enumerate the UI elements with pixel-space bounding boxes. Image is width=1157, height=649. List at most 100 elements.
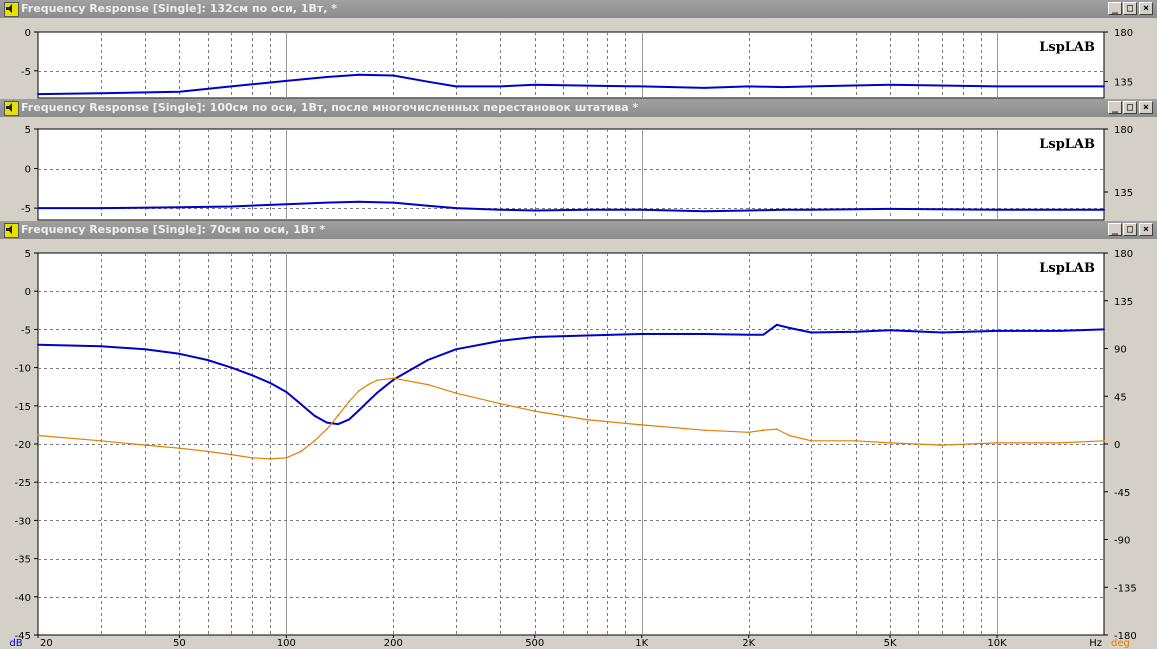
magnitude-data-point (747, 85, 750, 88)
close-button[interactable]: × (1139, 101, 1153, 114)
phase-data-point (348, 400, 350, 403)
magnitude-data-point (703, 87, 706, 89)
magnitude-data-point (37, 207, 39, 209)
phase-data-point (37, 434, 39, 437)
magnitude-data-point (178, 206, 181, 209)
frequency-response-chart: 50-5-10-15-20-25-30-35-40-4518013590450-… (9, 249, 1136, 649)
magnitude-data-point (99, 345, 102, 348)
phase-data-point (747, 431, 750, 434)
phase-data-point (1058, 442, 1061, 444)
phase-data-point (455, 392, 457, 394)
phase-data-point (376, 379, 378, 382)
magnitude-data-point (585, 84, 588, 87)
window-title-bar[interactable]: Frequency Response [Single]: 132см по ос… (0, 0, 1157, 18)
magnitude-data-point (99, 207, 102, 209)
close-button[interactable]: × (1139, 223, 1153, 236)
x-tick-label: 50 (173, 638, 186, 649)
y-tick-label: -30 (15, 516, 31, 527)
magnitude-data-point (392, 378, 395, 381)
speaker-icon (4, 223, 19, 238)
phase-data-point (99, 439, 102, 442)
frequency-response-chart: 0 -5 180 135 LspLAB (21, 28, 1133, 99)
x-tick-label: 20 (40, 638, 53, 649)
lsplab-logo: LspLAB (1039, 40, 1095, 55)
y-tick-label: -25 (15, 478, 31, 489)
magnitude-data-point (782, 208, 784, 211)
magnitude-data-point (640, 333, 643, 335)
magnitude-data-point (358, 200, 360, 203)
magnitude-data-point (367, 400, 370, 403)
magnitude-data-point (455, 85, 457, 88)
maximize-button[interactable]: □ (1123, 223, 1137, 236)
minimize-button[interactable]: _ (1108, 101, 1122, 114)
magnitude-data-point (1103, 208, 1105, 211)
y2-tick-label: 135 (1114, 78, 1133, 89)
phase-data-point (1103, 439, 1105, 442)
magnitude-data-point (455, 207, 457, 209)
magnitude-data-point (337, 423, 340, 425)
magnitude-data-point (426, 80, 429, 83)
magnitude-data-point (996, 330, 998, 332)
y2-tick-label: 180 (1114, 125, 1133, 136)
phase-data-point (996, 442, 998, 444)
magnitude-data-point (269, 382, 271, 384)
magnitude-data-point (499, 85, 502, 88)
magnitude-data-point (348, 418, 350, 421)
y-tick-label: -5 (21, 204, 31, 215)
phase-data-point (269, 458, 271, 460)
magnitude-data-point (747, 333, 750, 336)
phase-data-point (178, 447, 181, 450)
magnitude-data-point (392, 74, 395, 77)
y2-tick-label: 180 (1114, 28, 1133, 39)
window-title-bar[interactable]: Frequency Response [Single]: 70см по оси… (0, 221, 1157, 239)
phase-data-point (230, 453, 233, 456)
magnitude-data-point (300, 403, 302, 406)
y-tick-label: -10 (15, 364, 31, 375)
magnitude-data-point (996, 208, 998, 211)
magnitude-data-point (788, 327, 791, 329)
maximize-button[interactable]: □ (1123, 2, 1137, 15)
magnitude-data-point (889, 83, 891, 86)
y-tick-label: 0 (25, 287, 31, 298)
magnitude-data-point (206, 359, 209, 361)
close-button[interactable]: × (1139, 2, 1153, 15)
magnitude-data-point (358, 409, 360, 412)
phase-data-point (941, 444, 943, 446)
frequency-response-chart: 5 0 -5 180 135 LspLAB (21, 125, 1133, 221)
magnitude-data-point (996, 85, 998, 88)
magnitude-data-point (230, 366, 233, 369)
magnitude-data-point (854, 330, 857, 333)
y-tick-label: -5 (21, 67, 31, 78)
y2-tick-label: 135 (1114, 188, 1133, 199)
magnitude-data-point (37, 93, 39, 95)
magnitude-data-point (230, 85, 233, 88)
window-132cm: Frequency Response [Single]: 132см по ос… (0, 0, 1157, 99)
phase-data-point (775, 428, 778, 430)
magnitude-data-point (392, 201, 395, 204)
phase-data-point (499, 402, 502, 405)
phase-data-point (326, 428, 328, 430)
y2-tick-label: 90 (1114, 345, 1127, 356)
plot-area (37, 31, 1105, 99)
phase-data-point (300, 450, 302, 453)
maximize-button[interactable]: □ (1123, 101, 1137, 114)
window-title-bar[interactable]: Frequency Response [Single]: 100см по ос… (0, 99, 1157, 117)
magnitude-data-point (285, 80, 288, 82)
magnitude-data-point (585, 208, 588, 211)
phase-data-point (426, 383, 429, 386)
window-title: Frequency Response [Single]: 70см по оси… (21, 223, 326, 236)
minimize-button[interactable]: _ (1108, 2, 1122, 15)
minimize-button[interactable]: _ (1108, 223, 1122, 236)
y2-tick-label: -45 (1114, 488, 1130, 499)
x-tick-label: 200 (384, 638, 403, 649)
window-100cm: Frequency Response [Single]: 100см по ос… (0, 99, 1157, 221)
magnitude-data-point (499, 340, 502, 342)
y2-tick-label: 0 (1114, 440, 1120, 451)
lsplab-logo: LspLAB (1039, 261, 1095, 276)
magnitude-data-point (640, 85, 643, 88)
deg-unit-label: deg (1111, 638, 1130, 649)
magnitude-data-point (1103, 85, 1105, 88)
magnitude-data-point (358, 73, 360, 76)
magnitude-data-point (326, 201, 328, 204)
magnitude-data-point (499, 208, 502, 211)
